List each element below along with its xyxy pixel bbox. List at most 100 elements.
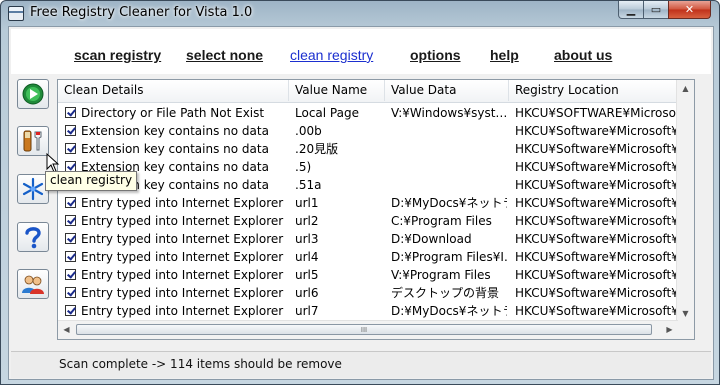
minimize-button[interactable]: ▁ [618,1,644,19]
scrollbar-corner [677,321,694,339]
table-row[interactable]: Extension key contains no data .00b HKCU… [58,122,678,140]
cell-registry-location: HKCU¥Software¥Microsoft¥Inte [515,250,678,264]
cell-clean-detail: Entry typed into Internet Explorer [81,304,284,318]
scroll-right-arrow[interactable]: ▶ [661,321,678,338]
row-checkbox[interactable] [65,197,76,208]
cell-value-name: url6 [295,286,319,300]
app-window: Free Registry Cleaner for Vista 1.0 ▁ ▭ … [0,0,720,385]
cell-value-data: V:¥Program Files [391,268,491,282]
menu-bar: scan registry select none clean registry… [11,29,711,74]
cell-clean-detail: Entry typed into Internet Explorer [81,232,284,246]
cell-clean-detail: Entry typed into Internet Explorer [81,268,284,282]
cell-clean-detail: Extension key contains no data [81,124,269,138]
row-checkbox[interactable] [65,305,76,316]
cell-registry-location: HKCU¥Software¥Microsoft¥Wir [515,160,678,174]
table-row[interactable]: Entry typed into Internet Explorer url7 … [58,302,678,320]
menu-help[interactable]: help [490,47,519,64]
column-header-registry-location[interactable]: Registry Location [509,80,678,101]
table-row[interactable]: Entry typed into Internet Explorer url6 … [58,284,678,302]
tools-side-button[interactable] [17,126,49,156]
menu-select-none[interactable]: select none [186,47,263,64]
row-checkbox[interactable] [65,233,76,244]
cell-registry-location: HKCU¥SOFTWARE¥Microsoft¥I [515,106,678,120]
help-side-button[interactable] [17,222,49,252]
cell-value-data [391,158,507,176]
users-side-button[interactable] [17,269,49,299]
table-row[interactable]: Entry typed into Internet Explorer url5 … [58,266,678,284]
cell-value-data: デスクトップの背景 [391,286,500,300]
client-area: scan registry select none clean registry… [8,26,714,380]
cell-clean-detail: Entry typed into Internet Explorer [81,196,284,210]
tooltip: clean registry [45,171,138,191]
column-header-value-data[interactable]: Value Data [385,80,509,101]
cell-registry-location: HKCU¥Software¥Microsoft¥Inte [515,214,678,228]
cell-value-data [391,122,507,140]
row-checkbox[interactable] [65,287,76,298]
maximize-button[interactable]: ▭ [643,1,669,19]
cell-value-name: .5) [295,160,312,174]
row-checkbox[interactable] [65,107,76,118]
cell-registry-location: HKCU¥Software¥Microsoft¥Inte [515,232,678,246]
results-table: Clean Details Value Name Value Data Regi… [57,79,695,340]
table-row[interactable]: Extension key contains no data .5) HKCU¥… [58,158,678,176]
cell-value-name: url4 [295,250,319,264]
menu-scan-registry[interactable]: scan registry [74,47,161,64]
cell-clean-detail: Entry typed into Internet Explorer [81,214,284,228]
table-row[interactable]: Entry typed into Internet Explorer url4 … [58,248,678,266]
row-checkbox[interactable] [65,125,76,136]
cell-registry-location: HKCU¥Software¥Microsoft¥Wir [515,124,678,138]
cell-value-name: url5 [295,268,319,282]
scroll-down-arrow[interactable]: ▼ [677,305,694,322]
cell-registry-location: HKCU¥Software¥Microsoft¥Inte [515,286,678,300]
row-checkbox[interactable] [65,143,76,154]
row-checkbox[interactable] [65,215,76,226]
cell-registry-location: HKCU¥Software¥Microsoft¥Wir [515,178,678,192]
table-row[interactable]: Entry typed into Internet Explorer url2 … [58,212,678,230]
horizontal-scroll-thumb[interactable]: III [76,324,652,335]
scroll-left-arrow[interactable]: ◀ [58,321,75,338]
table-row[interactable]: Directory or File Path Not Exist Local P… [58,104,678,122]
title-bar[interactable]: Free Registry Cleaner for Vista 1.0 ▁ ▭ … [1,1,719,26]
cell-value-name: url3 [295,232,319,246]
tools-icon [23,130,42,152]
cell-value-name: url2 [295,214,319,228]
column-header-clean-details[interactable]: Clean Details [58,80,289,101]
window-title: Free Registry Cleaner for Vista 1.0 [30,5,253,20]
scan-side-button[interactable] [17,79,49,109]
row-checkbox[interactable] [65,251,76,262]
vertical-scrollbar[interactable]: ▲ ▼ [676,80,694,322]
cell-value-data: C:¥Program Files [391,214,492,228]
cell-registry-location: HKCU¥Software¥Microsoft¥Inte [515,196,678,210]
cell-value-data: D:¥MyDocs¥ネットラ… [391,304,507,318]
cell-value-data: V:¥Windows¥syst… [391,106,507,120]
table-row[interactable]: Extension key contains no data .20見版 HKC… [58,140,678,158]
column-header-value-name[interactable]: Value Name [289,80,385,101]
menu-options[interactable]: options [410,47,461,64]
table-row[interactable]: Entry typed into Internet Explorer url1 … [58,194,678,212]
cell-value-name: url7 [295,304,319,318]
menu-about-us[interactable]: about us [554,47,612,64]
cell-clean-detail: Extension key contains no data [81,142,269,156]
horizontal-scrollbar[interactable]: ◀ III ▶ [58,320,678,339]
close-button[interactable]: ✕ [668,1,711,19]
cell-registry-location: HKCU¥Software¥Microsoft¥Inte [515,268,678,282]
scroll-up-arrow[interactable]: ▲ [677,80,694,97]
table-row[interactable]: Extension key contains no data .51a HKCU… [58,176,678,194]
cell-value-name: url1 [295,196,319,210]
status-bar: Scan complete -> 114 items should be rem… [11,351,711,378]
cell-registry-location: HKCU¥Software¥Microsoft¥Wir [515,142,678,156]
table-row[interactable]: Entry typed into Internet Explorer url3 … [58,230,678,248]
play-icon [22,83,44,105]
cell-clean-detail: Entry typed into Internet Explorer [81,286,284,300]
help-icon [25,227,41,249]
mouse-cursor-icon [46,153,60,173]
cell-clean-detail: Entry typed into Internet Explorer [81,250,284,264]
menu-clean-registry[interactable]: clean registry [290,47,373,64]
cell-value-data [391,140,507,158]
cell-registry-location: HKCU¥Software¥Microsoft¥Inte [515,304,678,318]
table-header: Clean Details Value Name Value Data Regi… [58,80,678,103]
cell-value-data [391,176,507,194]
status-text: Scan complete -> 114 items should be rem… [59,357,342,371]
row-checkbox[interactable] [65,269,76,280]
app-icon [8,6,24,21]
